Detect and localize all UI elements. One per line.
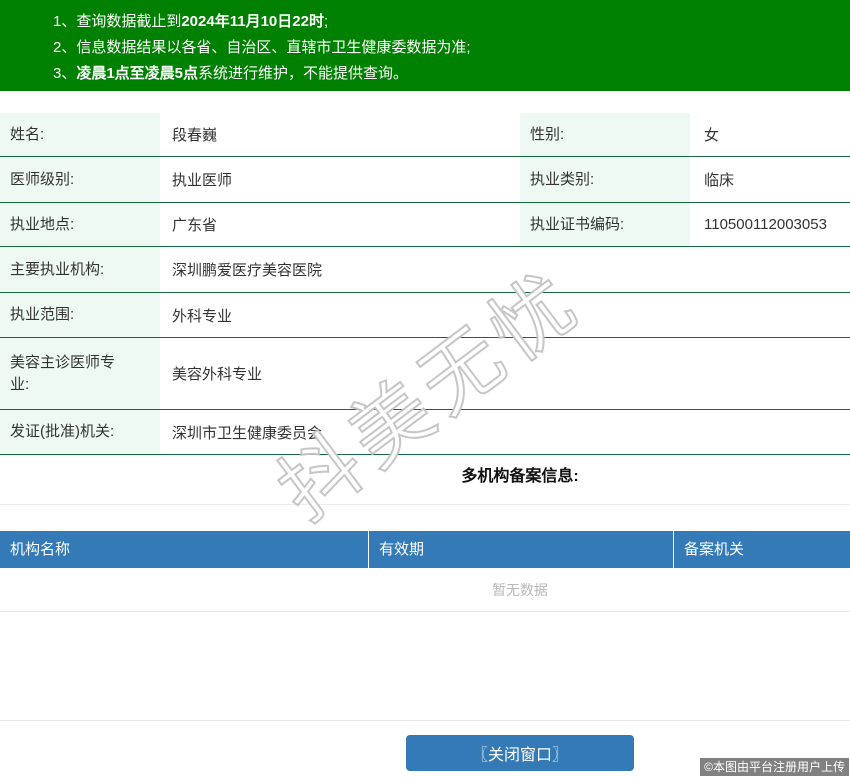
notice-line-1: 1、查询数据截止到2024年11月10日22时; [53,9,850,35]
notice-banner: 1、查询数据截止到2024年11月10日22时; 2、信息数据结果以各省、自治区… [0,0,850,91]
field-main-institution-value: 深圳鹏爱医疗美容医院 [172,262,323,279]
field-issuing-authority-label: 发证(批准)机关: [0,410,160,454]
field-cosmetic-specialty-label: 美容主诊医师专业: [0,338,160,409]
field-practice-location-label: 执业地点: [0,203,160,246]
empty-data-placeholder: 暂无数据 [0,568,850,612]
table-row: 发证(批准)机关: 深圳市卫生健康委员会 [0,410,850,455]
notice-text: 3、 [53,65,77,82]
section-divider [0,504,850,505]
query-result-page: 1、查询数据截止到2024年11月10日22时; 2、信息数据结果以各省、自治区… [0,0,850,779]
table-row: 执业范围: 外科专业 [0,293,850,338]
footer-divider [0,720,850,721]
table-row: 美容主诊医师专业: 美容外科专业 [0,338,850,410]
field-name-label: 姓名: [0,113,160,156]
table-row: 主要执业机构: 深圳鹏爱医疗美容医院 [0,247,850,293]
field-practice-scope-value: 外科专业 [172,307,233,325]
table-row: 医师级别: 执业医师 执业类别: 临床 [0,157,850,203]
practitioner-info-table: 姓名: 段春巍 性别: 女 医师级别: 执业医师 执业类别: 临床 执业地点: … [0,113,850,455]
multi-institution-filing-title: 多机构备案信息: [461,468,579,485]
field-issuing-authority-value: 深圳市卫生健康委员会 [172,424,323,442]
content-canvas: 1、查询数据截止到2024年11月10日22时; 2、信息数据结果以各省、自治区… [0,0,850,771]
table-row: 执业地点: 广东省 执业证书编码: 110500112003053 [0,203,850,247]
notice-bold-text: 凌晨1点至凌晨5点 [76,65,199,82]
field-practice-category-label: 执业类别: [520,157,690,202]
field-certificate-number-label: 执业证书编码: [520,203,690,246]
field-doctor-level-label: 医师级别: [0,157,160,202]
field-practice-location-value: 广东省 [172,217,218,234]
field-gender-label: 性别: [520,113,690,156]
notice-line-3: 3、凌晨1点至凌晨5点系统进行维护，不能提供查询。 [53,61,850,87]
column-header-validity-period: 有效期 [368,531,673,568]
notice-text: 1、查询数据截止到 [53,13,182,30]
notice-text: 2、信息数据结果以各省、自治区、直辖市卫生健康委数据为准; [53,39,471,56]
close-window-button[interactable]: 〖关闭窗口〗 [406,735,634,771]
field-certificate-number-value: 110500112003053 [704,216,827,233]
notice-bold-text: 2024年11月10日22时 [181,13,324,30]
field-practice-category-value: 临床 [704,172,735,189]
field-name-value: 段春巍 [172,127,218,144]
notice-text: 系统进行维护，不能提供查询。 [198,65,409,82]
column-header-institution-name: 机构名称 [10,541,71,558]
table-row: 姓名: 段春巍 性别: 女 [0,113,850,157]
field-doctor-level-value: 执业医师 [172,172,233,189]
notice-line-2: 2、信息数据结果以各省、自治区、直辖市卫生健康委数据为准; [53,35,850,61]
filing-table-header: 机构名称 有效期 备案机关 [0,531,850,568]
field-main-institution-label: 主要执业机构: [0,247,160,292]
field-cosmetic-specialty-value: 美容外科专业 [172,366,263,383]
field-practice-scope-label: 执业范围: [0,293,160,337]
field-gender-value: 女 [704,127,720,144]
notice-text: ; [323,13,329,30]
photo-credit-watermark: ©本图由平台注册用户上传 [700,758,849,776]
column-header-filing-authority: 备案机关 [673,531,850,568]
